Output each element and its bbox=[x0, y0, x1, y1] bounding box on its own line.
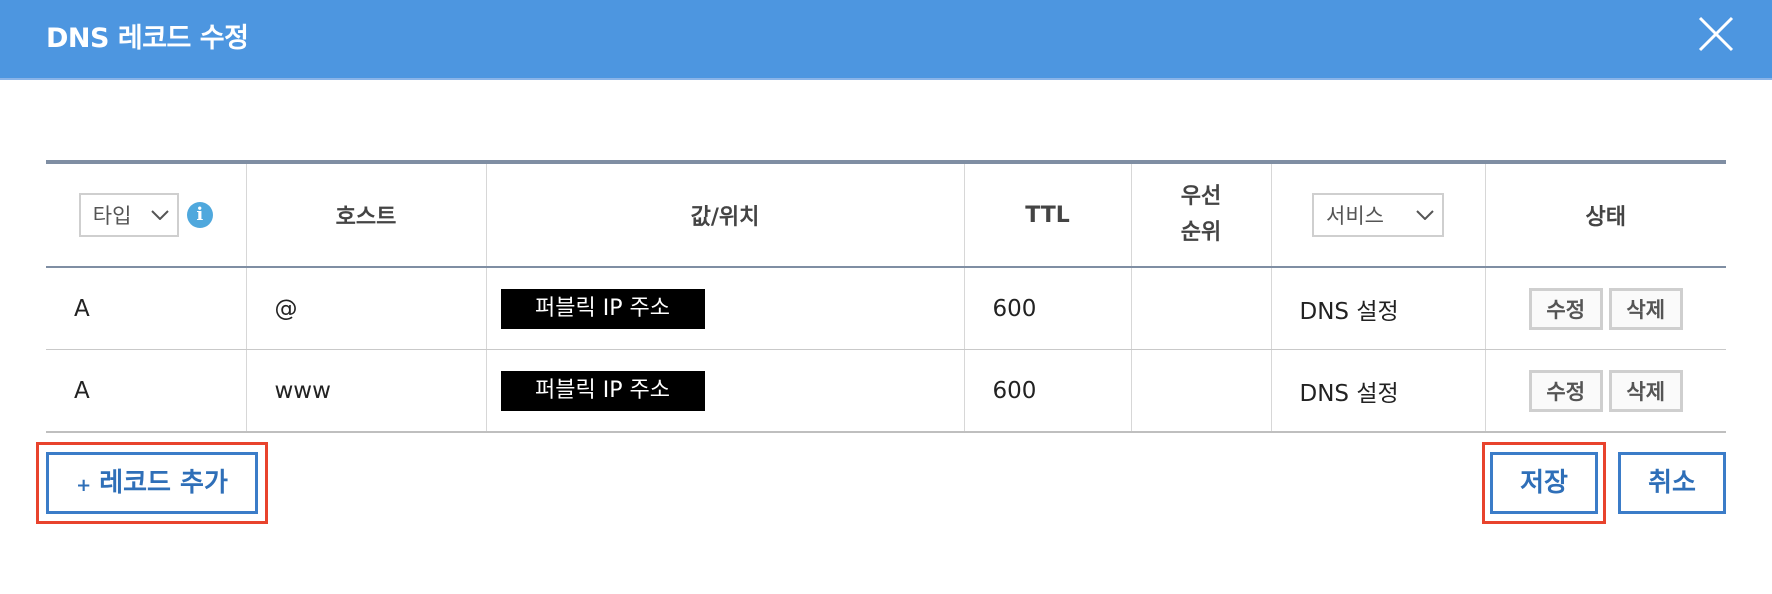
cell-host: www bbox=[246, 349, 487, 433]
dialog-title: DNS 레코드 수정 bbox=[46, 23, 249, 54]
type-select-label: 타입 bbox=[92, 204, 132, 228]
column-type: 타입 i bbox=[46, 162, 247, 268]
table-row: A @ 퍼블릭 IP 주소 600 DNS 설정 수정 삭제 bbox=[46, 267, 1726, 350]
cell-ttl: 600 bbox=[964, 267, 1132, 350]
column-ttl: TTL bbox=[964, 162, 1132, 268]
service-select[interactable]: 서비스 bbox=[1312, 193, 1444, 237]
save-button[interactable]: 저장 bbox=[1490, 452, 1598, 514]
edit-button[interactable]: 수정 bbox=[1528, 287, 1603, 330]
chevron-down-icon bbox=[151, 210, 169, 220]
priority-label-line2: 순위 bbox=[1180, 220, 1222, 245]
cell-status: 수정 삭제 bbox=[1485, 349, 1726, 433]
add-record-button[interactable]: + 레코드 추가 bbox=[46, 452, 258, 514]
edit-button[interactable]: 수정 bbox=[1528, 369, 1603, 412]
cell-type: A bbox=[46, 349, 247, 433]
column-status: 상태 bbox=[1485, 162, 1726, 268]
add-record-label: 레코드 추가 bbox=[99, 468, 228, 498]
chevron-down-icon bbox=[1416, 210, 1434, 220]
info-icon[interactable]: i bbox=[186, 202, 213, 228]
cell-host: @ bbox=[246, 267, 487, 350]
plus-icon: + bbox=[76, 475, 92, 496]
dialog-header: DNS 레코드 수정 bbox=[0, 0, 1772, 80]
cell-priority bbox=[1131, 349, 1272, 433]
column-service: 서비스 bbox=[1271, 162, 1486, 268]
cell-ttl: 600 bbox=[964, 349, 1132, 433]
table-row: A www 퍼블릭 IP 주소 600 DNS 설정 수정 삭제 bbox=[46, 349, 1726, 433]
public-ip-value: 퍼블릭 IP 주소 bbox=[500, 370, 705, 411]
column-value: 값/위치 bbox=[486, 162, 965, 268]
cell-status: 수정 삭제 bbox=[1485, 267, 1726, 350]
dns-record-table-wrap: 타입 i 호스트 값/위치 TTL 우선 순위 서비스 상태 A @ 퍼블릭 I… bbox=[46, 160, 1726, 433]
type-select[interactable]: 타입 bbox=[78, 193, 179, 237]
close-icon[interactable] bbox=[1696, 14, 1736, 54]
cell-value: 퍼블릭 IP 주소 bbox=[486, 349, 965, 433]
cell-value: 퍼블릭 IP 주소 bbox=[486, 267, 965, 350]
cell-service: DNS 설정 bbox=[1271, 349, 1486, 433]
cell-type: A bbox=[46, 267, 247, 350]
delete-button[interactable]: 삭제 bbox=[1608, 287, 1683, 330]
column-host: 호스트 bbox=[246, 162, 487, 268]
dns-record-table: 타입 i 호스트 값/위치 TTL 우선 순위 서비스 상태 A @ 퍼블릭 I… bbox=[46, 160, 1726, 433]
table-header-row: 타입 i 호스트 값/위치 TTL 우선 순위 서비스 상태 bbox=[46, 162, 1726, 268]
cell-service: DNS 설정 bbox=[1271, 267, 1486, 350]
delete-button[interactable]: 삭제 bbox=[1608, 369, 1683, 412]
public-ip-value: 퍼블릭 IP 주소 bbox=[500, 288, 705, 329]
cell-priority bbox=[1131, 267, 1272, 350]
priority-label-line1: 우선 bbox=[1180, 184, 1222, 209]
cancel-button[interactable]: 취소 bbox=[1618, 452, 1726, 514]
service-select-label: 서비스 bbox=[1326, 204, 1384, 228]
column-priority: 우선 순위 bbox=[1131, 162, 1272, 268]
